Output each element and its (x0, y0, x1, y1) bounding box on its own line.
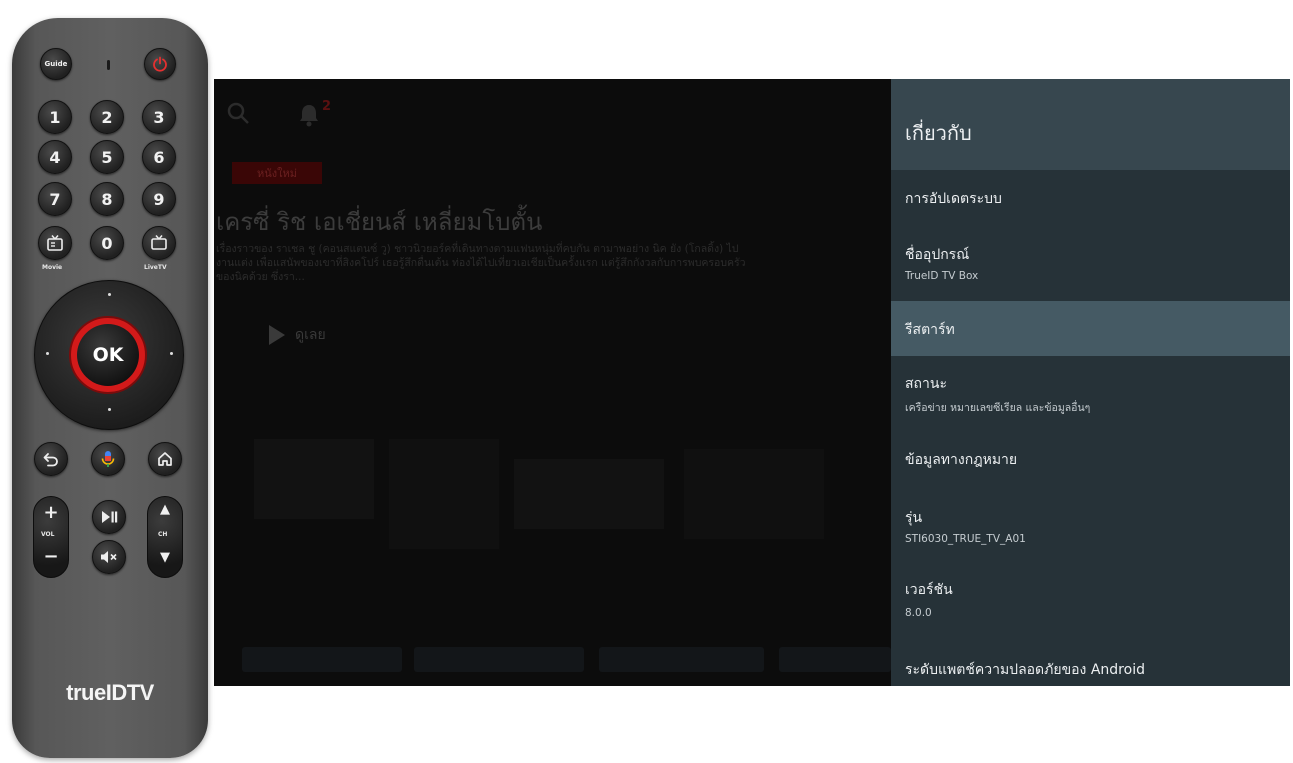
menu-item-status[interactable]: สถานะ เครือข่าย หมายเลขซีเรียล และข้อมูล… (891, 363, 1290, 433)
digit-9-button[interactable]: 9 (142, 182, 176, 216)
row-tile[interactable] (242, 647, 402, 672)
menu-item-label: รุ่น (905, 510, 923, 526)
play-icon (269, 325, 285, 345)
back-icon (43, 453, 58, 467)
channel-up-icon[interactable]: ▲ (147, 502, 183, 517)
menu-item-android-security-patch[interactable]: ระดับแพตช์ความปลอดภัยของ Android (891, 643, 1290, 686)
power-button[interactable] (144, 48, 176, 80)
dpad-up[interactable] (108, 293, 111, 296)
play-now-button[interactable]: ดูเลย (269, 324, 326, 346)
home-background: 2 หนังใหม่ เครซี่ ริช เอเชี่ยนส์ เหลี่ยม… (214, 79, 891, 686)
panel-title: เกี่ยวกับ (905, 121, 972, 145)
remote-brand-logo: trueIDTV (66, 680, 154, 705)
vol-label: VOL (41, 531, 55, 538)
menu-item-value: 8.0.0 (905, 607, 932, 619)
menu-item-version[interactable]: เวอร์ชัน 8.0.0 (891, 563, 1290, 633)
mute-icon (101, 551, 117, 563)
background-thumbnail (389, 439, 499, 549)
menu-item-value: เครือข่าย หมายเลขซีเรียล และข้อมูลอื่นๆ (905, 402, 1091, 414)
dpad-left[interactable] (46, 352, 49, 355)
about-settings-panel: เกี่ยวกับ การอัปเดตระบบ ชื่ออุปกรณ์ True… (891, 79, 1290, 686)
status-led (107, 60, 110, 70)
menu-item-restart[interactable]: รีสตาร์ท (891, 301, 1290, 356)
notification-count-badge: 2 (322, 99, 332, 114)
volume-up-icon[interactable]: + (33, 502, 69, 523)
digit-4-button[interactable]: 4 (38, 140, 72, 174)
power-icon (153, 56, 167, 72)
ch-label: CH (158, 531, 168, 538)
row-tile[interactable] (414, 647, 584, 672)
digit-8-button[interactable]: 8 (90, 182, 124, 216)
digit-2-button[interactable]: 2 (90, 100, 124, 134)
dpad-right[interactable] (170, 352, 173, 355)
menu-item-label: การอัปเดตระบบ (905, 191, 1002, 207)
menu-item-legal-info[interactable]: ข้อมูลทางกฎหมาย (891, 433, 1290, 493)
digit-1-button[interactable]: 1 (38, 100, 72, 134)
featured-movie-title: เครซี่ ริช เอเชี่ยนส์ เหลี่ยมโบตั้น (216, 208, 543, 236)
dpad-down[interactable] (108, 408, 111, 411)
voice-button[interactable] (91, 442, 125, 476)
menu-item-value: TrueID TV Box (905, 270, 979, 282)
menu-item-label: เวอร์ชัน (905, 582, 953, 598)
background-thumbnail (684, 449, 824, 539)
digit-6-button[interactable]: 6 (142, 140, 176, 174)
row-tile[interactable] (599, 647, 764, 672)
tv-screen: 2 หนังใหม่ เครซี่ ริช เอเชี่ยนส์ เหลี่ยม… (214, 79, 1290, 686)
livetv-button[interactable] (142, 226, 176, 260)
new-movie-tag: หนังใหม่ (232, 162, 322, 184)
mute-button[interactable] (92, 540, 126, 574)
digit-5-button[interactable]: 5 (90, 140, 124, 174)
livetv-label: LiveTV (144, 264, 167, 271)
movie-button[interactable] (38, 226, 72, 260)
home-icon (158, 452, 172, 466)
play-pause-icon (102, 511, 118, 523)
background-thumbnail (514, 459, 664, 529)
guide-button-label: Guide (44, 60, 68, 68)
row-tile[interactable] (779, 647, 891, 672)
remote-control: Guide 1 2 3 4 5 6 7 8 9 0 Movie LiveTV O… (12, 18, 208, 758)
digit-3-button[interactable]: 3 (142, 100, 176, 134)
menu-item-device-name[interactable]: ชื่ออุปกรณ์ TrueID TV Box (891, 230, 1290, 300)
movie-icon (47, 235, 63, 251)
play-now-label: ดูเลย (295, 327, 326, 343)
digit-7-button[interactable]: 7 (38, 182, 72, 216)
menu-item-label: รีสตาร์ท (905, 322, 955, 338)
guide-button[interactable]: Guide (40, 48, 72, 80)
notification-bell-icon[interactable] (298, 103, 320, 127)
menu-item-label: ชื่ออุปกรณ์ (905, 247, 970, 263)
menu-item-label: สถานะ (905, 376, 947, 392)
search-icon[interactable] (226, 101, 250, 125)
menu-item-label: ระดับแพตช์ความปลอดภัยของ Android (905, 662, 1145, 678)
menu-item-system-update[interactable]: การอัปเดตระบบ (891, 170, 1290, 230)
panel-header: เกี่ยวกับ (891, 79, 1290, 170)
background-thumbnail (254, 439, 374, 519)
ok-button[interactable]: OK (77, 324, 139, 386)
featured-movie-description: เรื่องราวของ ราเชล ชู (คอนสแตนซ์ วู) ชาว… (216, 243, 746, 283)
microphone-icon (101, 451, 115, 467)
menu-item-model[interactable]: รุ่น STI6030_TRUE_TV_A01 (891, 493, 1290, 563)
digit-0-button[interactable]: 0 (90, 226, 124, 260)
volume-down-icon[interactable]: − (33, 546, 69, 567)
tv-icon (151, 235, 167, 250)
movie-label: Movie (42, 264, 63, 271)
menu-item-value: STI6030_TRUE_TV_A01 (905, 533, 1026, 545)
play-pause-button[interactable] (92, 500, 126, 534)
channel-down-icon[interactable]: ▼ (147, 550, 183, 565)
back-button[interactable] (34, 442, 68, 476)
home-button[interactable] (148, 442, 182, 476)
menu-item-label: ข้อมูลทางกฎหมาย (905, 452, 1018, 468)
